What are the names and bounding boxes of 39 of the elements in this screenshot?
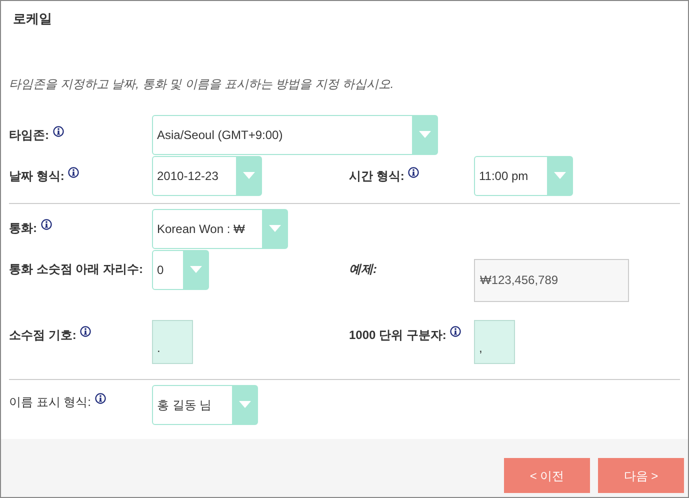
dropdown-value: Asia/Seoul (GMT+9:00): [156, 126, 284, 144]
caret-icon: [554, 172, 566, 179]
dropdown[interactable]: 0: [152, 250, 209, 290]
field-label: 이름 표시 형식:: [9, 394, 92, 410]
caret-icon: [242, 172, 254, 179]
info-icon[interactable]: [408, 166, 420, 178]
field-label: 통화:: [9, 220, 37, 236]
field-label: 예제:: [349, 260, 377, 278]
info-icon[interactable]: [68, 166, 80, 178]
field-label: 통화 소숫점 아래 자리수:: [9, 260, 143, 278]
info-icon[interactable]: [80, 326, 92, 336]
caret-icon: [418, 131, 430, 138]
field-label: 날짜 형식:: [9, 168, 64, 184]
input-field[interactable]: .: [152, 320, 193, 364]
info-icon[interactable]: [95, 392, 106, 404]
dropdown-value: 11:00 pm: [478, 168, 530, 184]
dropdown-value: 홍 길동 님: [156, 396, 213, 414]
dropdown-value: 2010-12-23: [156, 168, 220, 184]
field-label: 시간 형식:: [349, 168, 404, 184]
dropdown[interactable]: Korean Won : ₩: [152, 208, 288, 248]
field-label: 타임존:: [9, 126, 49, 144]
info-icon[interactable]: [53, 126, 64, 136]
caret-icon: [238, 401, 250, 408]
caret-icon: [268, 225, 280, 232]
dropdown[interactable]: Asia/Seoul (GMT+9:00): [152, 114, 438, 154]
info-icon[interactable]: [41, 218, 52, 230]
dropdown-value: 0: [156, 262, 165, 278]
page-title: 로케일: [12, 10, 53, 28]
field-label: 소수점 기호:: [9, 326, 76, 344]
field-label: 1000 단위 구분자:: [349, 326, 446, 344]
example-field: ₩123,456,789: [474, 258, 629, 302]
dropdown[interactable]: 11:00 pm: [474, 156, 573, 196]
info-icon[interactable]: [450, 326, 462, 336]
dropdown[interactable]: 홍 길동 님: [152, 384, 258, 424]
input-field[interactable]: ,: [474, 320, 515, 364]
dropdown-value: Korean Won : ₩: [156, 220, 246, 238]
description: 타임존을 지정하고 날짜, 통화 및 이름을 표시하는 방법을 지정 하십시오.: [9, 76, 395, 92]
caret-icon: [190, 266, 202, 273]
dropdown[interactable]: 2010-12-23: [152, 156, 262, 196]
